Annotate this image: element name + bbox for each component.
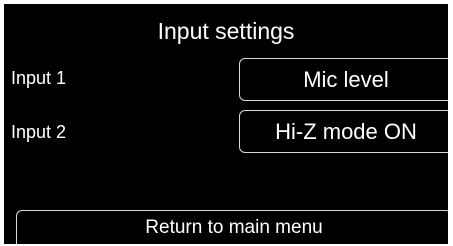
input-1-label: Input 1	[11, 68, 67, 88]
input-2-mode-button[interactable]: Hi-Z mode ON	[239, 110, 448, 153]
input-1-mode-button[interactable]: Mic level	[239, 58, 448, 101]
input-1-mode-label: Mic level	[303, 66, 389, 92]
input-2-label: Input 2	[11, 122, 67, 142]
settings-screen: Input settings Input 1 Mic level Input 2…	[4, 4, 448, 244]
return-button-label: Return to main menu	[145, 217, 323, 238]
return-to-main-menu-button[interactable]: Return to main menu	[16, 210, 448, 244]
page-title: Input settings	[157, 18, 295, 44]
input-2-mode-label: Hi-Z mode ON	[275, 118, 417, 144]
